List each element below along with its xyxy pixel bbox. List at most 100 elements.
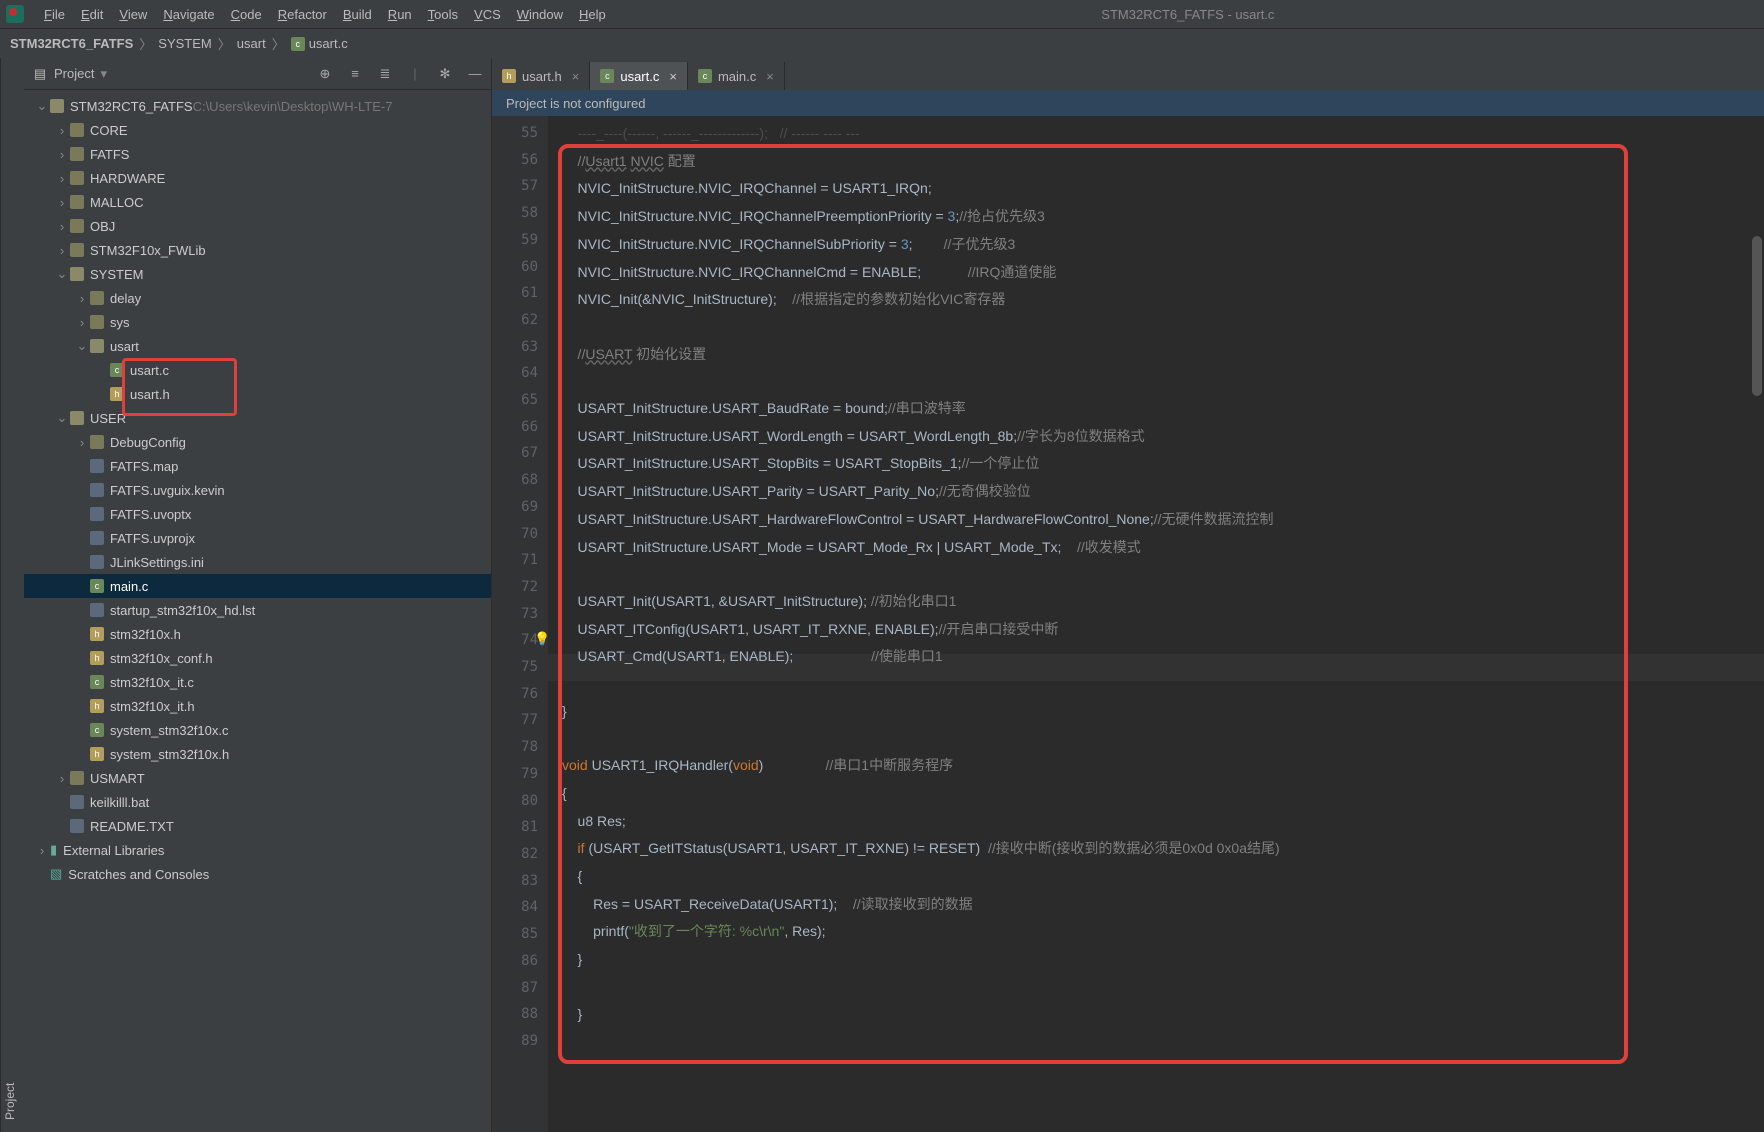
folder-icon [70,195,84,209]
c-file-icon: c [90,579,104,593]
folder-icon [70,123,84,137]
chevron-down-icon[interactable]: ▾ [100,66,107,82]
tree-usart-h[interactable]: husart.h [24,382,491,406]
tree-stm32f10x-fwlib[interactable]: ›STM32F10x_FWLib [24,238,491,262]
folder-icon [70,243,84,257]
tree-usmart[interactable]: ›USMART [24,766,491,790]
tree-jlinksettings-ini[interactable]: JLinkSettings.ini [24,550,491,574]
h-file-icon: h [90,747,104,761]
tree-stm32rct6-fatfs[interactable]: ⌄STM32RCT6_FATFS C:\Users\kevin\Desktop\… [24,94,491,118]
gear-icon[interactable]: ✻ [437,66,453,82]
tree-delay[interactable]: ›delay [24,286,491,310]
tree-user[interactable]: ⌄USER [24,406,491,430]
file-icon [90,459,104,473]
locate-icon[interactable]: ⊕ [317,66,333,82]
h-file-icon: h [90,699,104,713]
tree-fatfs-uvoptx[interactable]: FATFS.uvoptx [24,502,491,526]
tree-keilkilll-bat[interactable]: keilkilll.bat [24,790,491,814]
file-icon [90,483,104,497]
project-tree[interactable]: ⌄STM32RCT6_FATFS C:\Users\kevin\Desktop\… [24,90,491,1132]
folder-icon [70,267,84,281]
menu-edit[interactable]: Edit [73,5,111,24]
project-tool-tab[interactable]: Project [0,58,24,1132]
menu-refactor[interactable]: Refactor [270,5,335,24]
tree-scratches-and-consoles[interactable]: ▧Scratches and Consoles [24,862,491,886]
scratch-icon: ▧ [50,866,62,882]
h-file-icon: h [502,69,516,83]
breadcrumb-item[interactable]: cusart.c [291,36,348,51]
file-icon [90,603,104,617]
h-file-icon: h [90,627,104,641]
tree-fatfs-uvprojx[interactable]: FATFS.uvprojx [24,526,491,550]
tree-core[interactable]: ›CORE [24,118,491,142]
menu-file[interactable]: File [36,5,73,24]
tree-system[interactable]: ⌄SYSTEM [24,262,491,286]
tree-main-c[interactable]: cmain.c [24,574,491,598]
c-file-icon: c [90,723,104,737]
breadcrumb-item[interactable]: usart [237,36,266,51]
tree-sys[interactable]: ›sys [24,310,491,334]
expand-all-icon[interactable]: ≡ [347,66,363,82]
folder-icon [90,315,104,329]
collapse-all-icon[interactable]: ≣ [377,66,393,82]
menu-help[interactable]: Help [571,5,614,24]
tree-obj[interactable]: ›OBJ [24,214,491,238]
tree-fatfs[interactable]: ›FATFS [24,142,491,166]
tree-usart-c[interactable]: cusart.c [24,358,491,382]
tree-stm32f10x-it-h[interactable]: hstm32f10x_it.h [24,694,491,718]
tree-stm32f10x-conf-h[interactable]: hstm32f10x_conf.h [24,646,491,670]
folder-icon [70,171,84,185]
bulb-icon[interactable]: 💡 [534,631,550,647]
close-icon[interactable]: × [669,69,677,84]
window-title: STM32RCT6_FATFS - usart.c [618,7,1758,22]
tab-main-c[interactable]: cmain.c× [688,62,785,90]
tree-malloc[interactable]: ›MALLOC [24,190,491,214]
tab-usart-h[interactable]: husart.h× [492,62,590,90]
tree-fatfs-map[interactable]: FATFS.map [24,454,491,478]
folder-icon [50,99,64,113]
c-file-icon: c [291,37,305,51]
tree-stm32f10x-h[interactable]: hstm32f10x.h [24,622,491,646]
c-file-icon: c [110,363,124,377]
menu-build[interactable]: Build [335,5,380,24]
breadcrumb-item[interactable]: SYSTEM [158,36,211,51]
breadcrumb-item[interactable]: STM32RCT6_FATFS [10,36,133,51]
tree-debugconfig[interactable]: ›DebugConfig [24,430,491,454]
file-icon [70,795,84,809]
folder-icon [70,147,84,161]
menu-navigate[interactable]: Navigate [155,5,222,24]
h-file-icon: h [90,651,104,665]
project-panel: ▤ Project ▾ ⊕ ≡ ≣ | ✻ — ⌄STM32RCT6_FATFS… [24,58,492,1132]
close-icon[interactable]: × [766,69,774,84]
app-icon [6,5,24,23]
tree-readme-txt[interactable]: README.TXT [24,814,491,838]
folder-icon [70,219,84,233]
divider: | [407,66,423,82]
menu-tools[interactable]: Tools [420,5,466,24]
tab-usart-c[interactable]: cusart.c× [590,62,688,90]
tree-system-stm32f10x-h[interactable]: hsystem_stm32f10x.h [24,742,491,766]
tree-hardware[interactable]: ›HARDWARE [24,166,491,190]
tree-fatfs-uvguix-kevin[interactable]: FATFS.uvguix.kevin [24,478,491,502]
library-icon: ▮ [50,842,57,858]
menu-vcs[interactable]: VCS [466,5,509,24]
menu-run[interactable]: Run [380,5,420,24]
config-notice[interactable]: Project is not configured [492,90,1764,116]
menu-view[interactable]: View [111,5,155,24]
tree-startup-stm32f10x-hd-lst[interactable]: startup_stm32f10x_hd.lst [24,598,491,622]
c-file-icon: c [600,69,614,83]
menu-code[interactable]: Code [223,5,270,24]
menu-window[interactable]: Window [509,5,571,24]
code-area[interactable]: ----_----(------, ------_-------------);… [548,116,1764,1132]
file-icon [90,507,104,521]
tree-stm32f10x-it-c[interactable]: cstm32f10x_it.c [24,670,491,694]
c-file-icon: c [90,675,104,689]
close-icon[interactable]: × [572,69,580,84]
project-view-icon: ▤ [32,66,48,82]
h-file-icon: h [110,387,124,401]
hide-icon[interactable]: — [467,66,483,82]
tree-usart[interactable]: ⌄usart [24,334,491,358]
editor-tabs: husart.h×cusart.c×cmain.c× [492,58,1764,90]
tree-system-stm32f10x-c[interactable]: csystem_stm32f10x.c [24,718,491,742]
tree-external-libraries[interactable]: ›▮External Libraries [24,838,491,862]
